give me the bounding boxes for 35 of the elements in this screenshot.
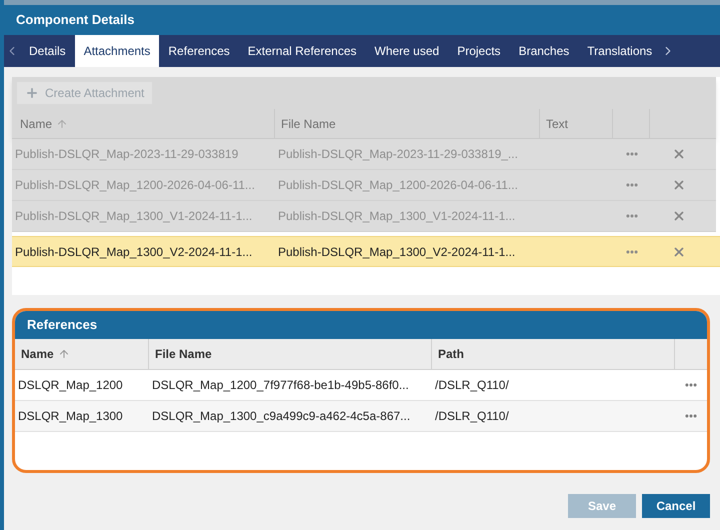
tab[interactable]: External References [238, 35, 366, 67]
attachment-row[interactable]: Publish-DSLQR_Map_1300_V2-2024-11-1... Publish-DSLQR_Map_1300_V2-2024-11-1... [12, 236, 720, 267]
table-cell-text: Publish-DSLQR_Map-2023-11-29-033819 [14, 146, 240, 163]
table-cell-text: /DSLR_Q110/ [434, 408, 510, 425]
table-cell-text: Publish-DSLQR_Map_1200-2026-04-06-11... [277, 177, 519, 194]
tab[interactable]: Details [20, 35, 75, 67]
dialog-button[interactable]: Cancel [642, 494, 710, 518]
sort-arrow-icon [56, 118, 68, 130]
tab[interactable]: Where used [366, 35, 448, 67]
table-cell-text: DSLQR_Map_1300 [17, 408, 124, 425]
table-cell-text: Publish-DSLQR_Map_1200-2026-04-06-11... [14, 177, 256, 194]
tab[interactable]: Projects [448, 35, 510, 67]
table-cell-text: Publish-DSLQR_Map_1300_V2-2024-11-1... [277, 244, 516, 260]
table-cell-text: DSLQR_Map_1200_7f977f68-be1b-49b5-86f0... [151, 377, 410, 394]
table-cell-text: DSLQR_Map_1300_c9a499c9-a462-4c5a-867... [151, 408, 412, 425]
tab[interactable]: Translations [578, 35, 662, 67]
tab[interactable]: Attachments [74, 35, 160, 67]
column-header[interactable]: Path [432, 339, 675, 369]
table-cell-text: DSLQR_Map_1200 [17, 377, 124, 394]
panel-title: References [27, 316, 98, 334]
column-header[interactable]: Name [15, 339, 149, 369]
column-title: Name [21, 346, 54, 363]
table-cell-text: Publish-DSLQR_Map_1300_V2-2024-11-1... [14, 244, 254, 260]
tab[interactable]: References [159, 35, 239, 67]
window-title: Component Details [16, 11, 134, 30]
table-cell-text: /DSLR_Q110/ [434, 377, 510, 394]
reference-row[interactable]: DSLQR_Map_1300 DSLQR_Map_1300_c9a499c9-a462-4c5a-867... /DSLR_Q110/ [15, 401, 707, 432]
sort-arrow-icon [58, 348, 70, 360]
plus-icon [25, 86, 39, 100]
column-title: Name [20, 116, 52, 132]
table-cell-text: Publish-DSLQR_Map_1300_V1-2024-11-1... [277, 208, 516, 225]
column-header[interactable]: File Name [149, 339, 432, 369]
tab[interactable]: Branches [510, 35, 578, 67]
table-cell-text: Publish-DSLQR_Map-2023-11-29-033819_... [277, 146, 519, 163]
table-cell-text: Publish-DSLQR_Map_1300_V1-2024-11-1... [14, 208, 254, 225]
